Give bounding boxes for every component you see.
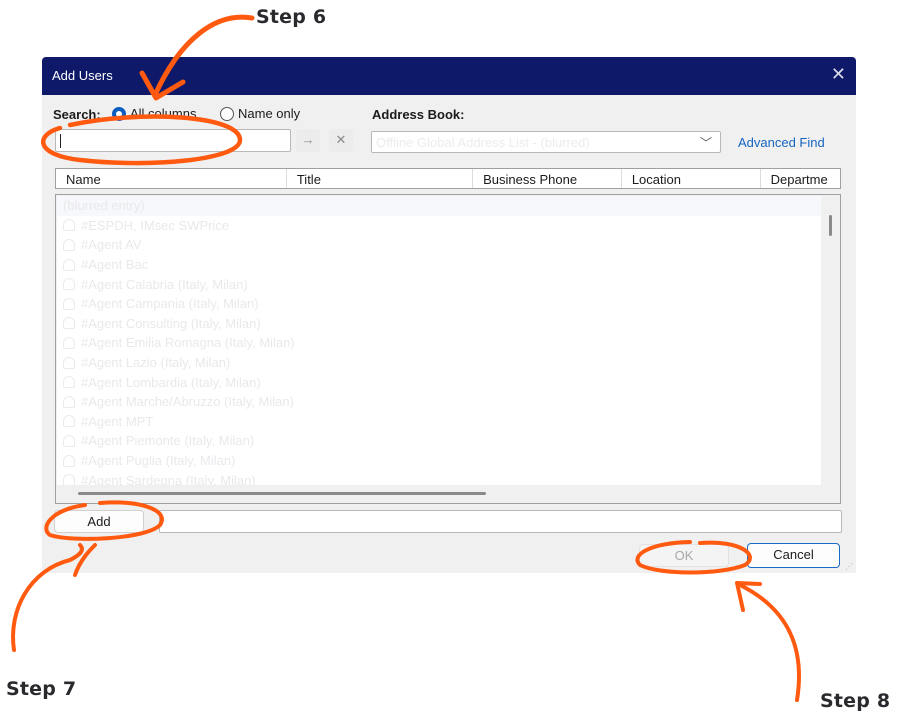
search-label: Search:	[53, 107, 101, 122]
list-item[interactable]: #Agent Campania (Italy, Milan)	[57, 294, 821, 314]
step-8-label: Step 8	[820, 690, 891, 712]
user-list-body: (blurred entry) #ESPDH, IMsec SWPrice #Age…	[57, 196, 821, 485]
user-icon	[63, 415, 75, 428]
user-icon	[63, 454, 75, 467]
radio-name-only[interactable]: Name only	[220, 106, 300, 121]
step-7-label: Step 7	[6, 678, 77, 700]
address-book-label: Address Book:	[372, 107, 465, 122]
list-item-name: (blurred entry)	[63, 198, 145, 214]
user-icon	[63, 317, 75, 330]
list-item-name: #Agent Piemonte (Italy, Milan)	[81, 433, 255, 449]
list-item[interactable]: #Agent Sardegna (Italy, Milan)	[57, 470, 821, 485]
ok-button[interactable]: OK	[639, 544, 729, 567]
search-clear-button[interactable]: ✕	[329, 129, 353, 152]
list-item[interactable]: #Agent Bac	[57, 255, 821, 275]
list-item-name: #Agent Consulting (Italy, Milan)	[81, 315, 261, 331]
step-6-label: Step 6	[256, 6, 327, 28]
list-item[interactable]: #Agent MPT	[57, 412, 821, 432]
column-header-name[interactable]: Name	[56, 169, 287, 188]
list-item[interactable]: #Agent Puglia (Italy, Milan)	[57, 451, 821, 471]
arrow-right-icon: →	[301, 132, 315, 147]
close-icon: ✕	[335, 132, 347, 147]
step-8-arrow	[738, 583, 802, 702]
list-item-name: #Agent Calabria (Italy, Milan)	[81, 276, 248, 292]
column-header-location[interactable]: Location	[622, 169, 761, 188]
list-item-name: #Agent Emilia Romagna (Italy, Milan)	[81, 335, 295, 351]
list-item-name: #Agent Sardegna (Italy, Milan)	[81, 472, 256, 485]
user-icon	[63, 258, 75, 271]
radio-name-only-label: Name only	[238, 106, 301, 121]
user-list: (blurred entry) #ESPDH, IMsec SWPrice #Age…	[55, 194, 841, 504]
radio-all-columns-label: All columns	[130, 106, 197, 121]
title-bar: Add Users ✕	[42, 57, 856, 95]
search-input[interactable]	[55, 129, 291, 152]
search-go-button[interactable]: →	[296, 129, 320, 152]
cancel-button[interactable]: Cancel	[747, 543, 840, 568]
radio-all-columns[interactable]: All columns	[112, 106, 196, 121]
horizontal-scrollbar[interactable]	[78, 492, 486, 495]
list-header: Name Title Business Phone Location Depar…	[55, 168, 841, 189]
user-icon	[63, 356, 75, 369]
user-icon	[63, 278, 75, 291]
list-item-name: #ESPDH, IMsec SWPrice	[81, 217, 230, 233]
address-book-value: Offline Global Address List - (blurred)	[376, 135, 590, 150]
selected-users-field[interactable]	[159, 510, 842, 533]
list-item[interactable]: #Agent Lazio (Italy, Milan)	[57, 353, 821, 373]
list-item[interactable]: #Agent Calabria (Italy, Milan)	[57, 274, 821, 294]
list-item[interactable]: #ESPDH, IMsec SWPrice	[57, 216, 821, 236]
advanced-find-link[interactable]: Advanced Find	[738, 135, 825, 150]
list-item-name: #Agent Campania (Italy, Milan)	[81, 296, 259, 312]
user-icon	[63, 336, 75, 349]
user-icon	[63, 297, 75, 310]
address-book-select[interactable]: Offline Global Address List - (blurred) …	[371, 131, 721, 153]
list-item[interactable]: #Agent Consulting (Italy, Milan)	[57, 314, 821, 334]
dialog-title: Add Users	[52, 68, 113, 83]
list-item-name: #Agent AV	[81, 237, 142, 253]
list-item[interactable]: #Agent Emilia Romagna (Italy, Milan)	[57, 333, 821, 353]
step-8-arrowhead	[735, 581, 762, 612]
radio-unselected-icon	[220, 106, 234, 121]
user-icon	[63, 474, 75, 485]
resize-grip-icon[interactable]: ⋰	[845, 562, 853, 571]
list-item-name: #Agent Lazio (Italy, Milan)	[81, 355, 231, 371]
text-caret	[60, 134, 61, 148]
column-header-business-phone[interactable]: Business Phone	[473, 169, 622, 188]
radio-selected-icon	[112, 106, 126, 121]
list-item[interactable]: #Agent Lombardia (Italy, Milan)	[57, 372, 821, 392]
add-button[interactable]: Add	[54, 510, 144, 533]
user-icon	[63, 238, 75, 251]
list-item[interactable]: (blurred entry)	[57, 196, 821, 216]
list-item-name: #Agent Marche/Abruzzo (Italy, Milan)	[81, 394, 294, 410]
column-header-title[interactable]: Title	[287, 169, 474, 188]
column-header-department[interactable]: Departme	[761, 169, 840, 188]
user-icon	[63, 219, 75, 232]
list-item-name: #Agent MPT	[81, 413, 154, 429]
list-item[interactable]: #Agent Piemonte (Italy, Milan)	[57, 431, 821, 451]
chevron-down-icon: ﹀	[699, 136, 712, 150]
add-users-dialog: Add Users ✕ Search: All columns Name onl…	[42, 57, 856, 573]
list-item-name: #Agent Puglia (Italy, Milan)	[81, 453, 236, 469]
close-icon[interactable]: ✕	[831, 64, 846, 85]
list-item-name: #Agent Lombardia (Italy, Milan)	[81, 374, 261, 390]
user-icon	[63, 434, 75, 447]
vertical-scrollbar[interactable]	[829, 215, 832, 236]
user-icon	[63, 395, 75, 408]
list-item[interactable]: #Agent Marche/Abruzzo (Italy, Milan)	[57, 392, 821, 412]
list-item-name: #Agent Bac	[81, 257, 149, 273]
list-item[interactable]: #Agent AV	[57, 235, 821, 255]
user-icon	[63, 376, 75, 389]
